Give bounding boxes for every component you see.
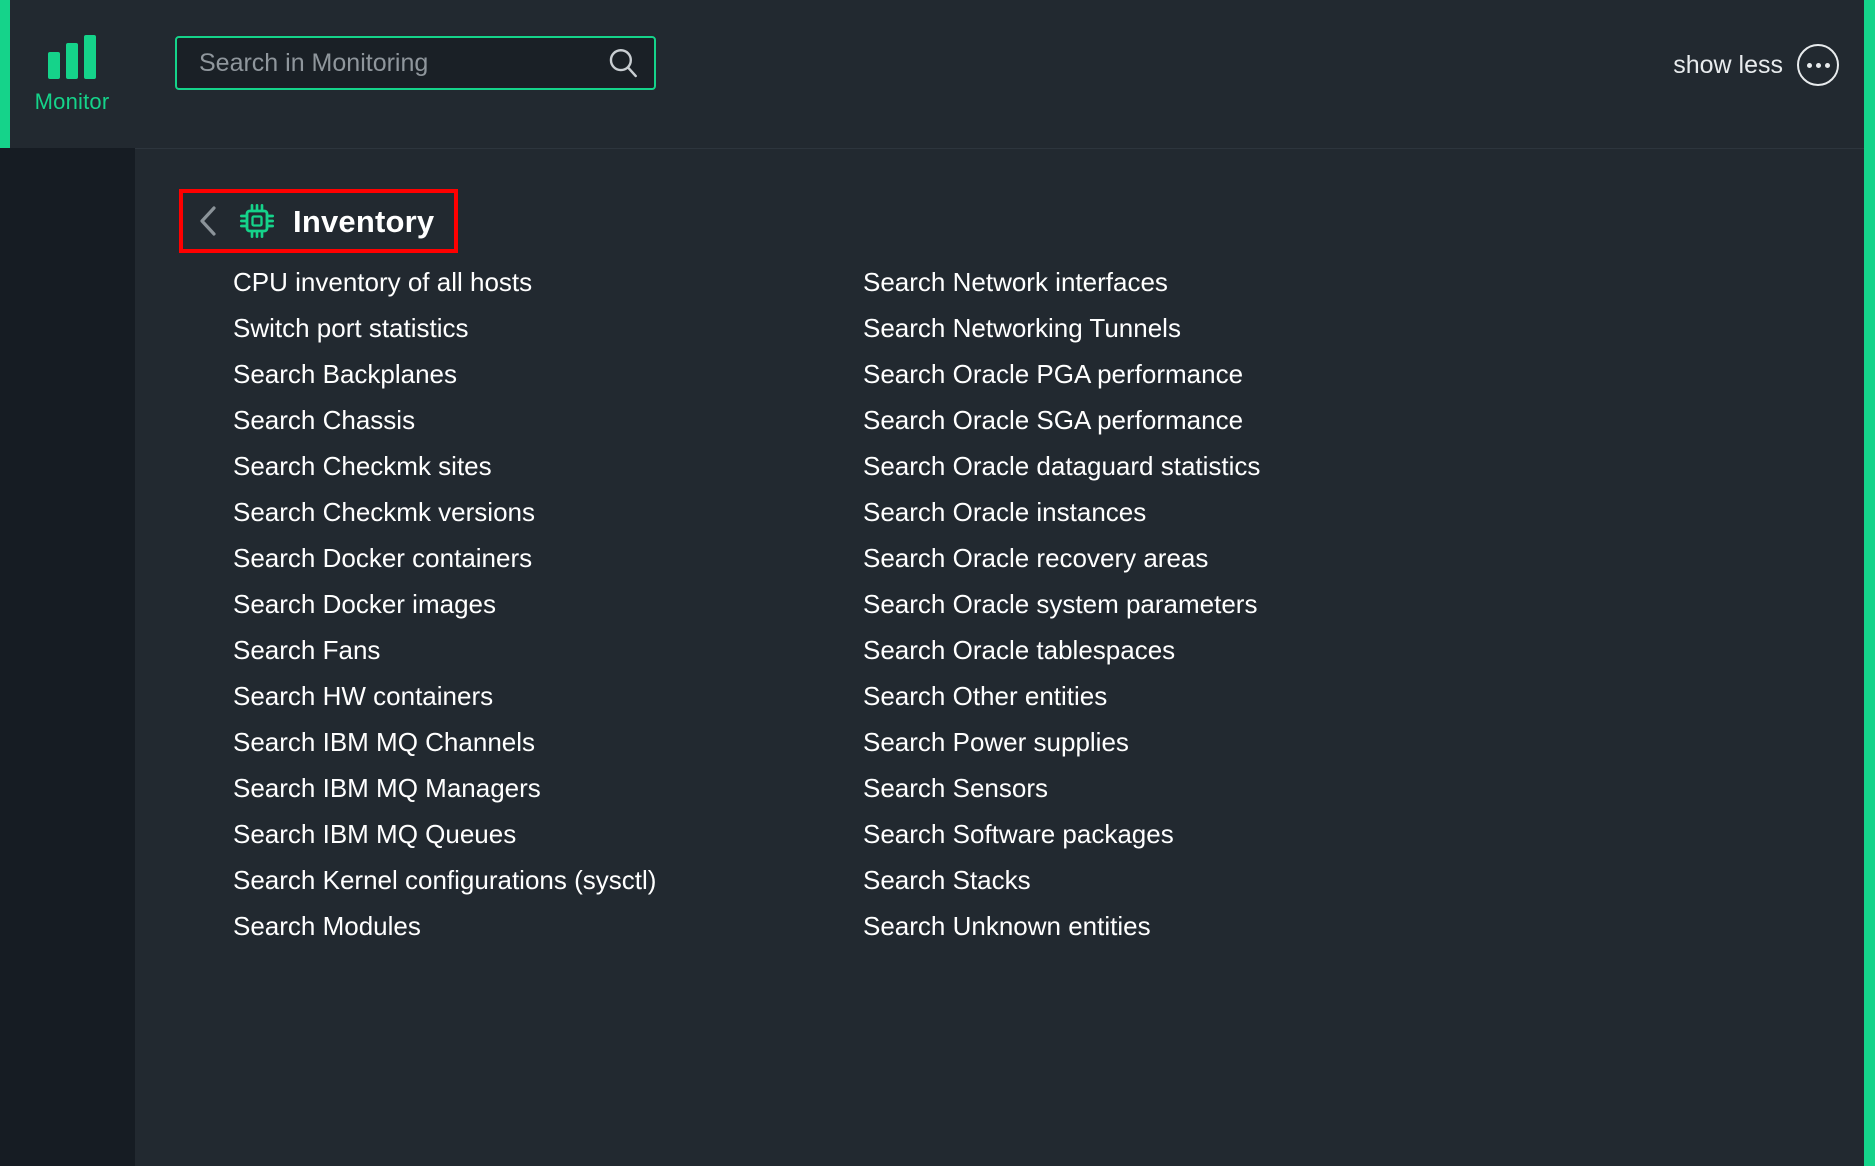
accent-rail-left [0, 0, 10, 148]
inventory-link[interactable]: Search Stacks [863, 857, 1548, 903]
inventory-link[interactable]: Search Networking Tunnels [863, 305, 1548, 351]
inventory-link[interactable]: Search Oracle SGA performance [863, 397, 1548, 443]
inventory-link[interactable]: Search Modules [233, 903, 848, 949]
section-header-inventory[interactable]: Inventory [179, 189, 459, 253]
inventory-column-left: CPU inventory of all hosts Switch port st… [135, 259, 848, 949]
inventory-link[interactable]: Search Oracle instances [863, 489, 1548, 535]
search-input[interactable] [177, 48, 592, 78]
inventory-link[interactable]: Search Oracle dataguard statistics [863, 443, 1548, 489]
inventory-link[interactable]: Search Oracle PGA performance [863, 351, 1548, 397]
inventory-link[interactable]: Search Other entities [863, 673, 1548, 719]
chevron-left-icon[interactable] [195, 204, 221, 238]
main-content: Inventory CPU inventory of all hosts Swit… [135, 148, 1864, 1166]
inventory-link[interactable]: Search Oracle recovery areas [863, 535, 1548, 581]
inventory-link[interactable]: Search HW containers [233, 673, 848, 719]
inventory-link[interactable]: CPU inventory of all hosts [233, 259, 848, 305]
search-icon [609, 49, 637, 78]
inventory-column-right: Search Network interfaces Search Networki… [848, 259, 1548, 949]
inventory-link[interactable]: Search Network interfaces [863, 259, 1548, 305]
inventory-link[interactable]: Search Unknown entities [863, 903, 1548, 949]
cpu-chip-icon [237, 201, 277, 241]
inventory-link[interactable]: Search Checkmk sites [233, 443, 848, 489]
inventory-link[interactable]: Switch port statistics [233, 305, 848, 351]
inventory-link[interactable]: Search Sensors [863, 765, 1548, 811]
inventory-link[interactable]: Search Power supplies [863, 719, 1548, 765]
inventory-link[interactable]: Search Docker containers [233, 535, 848, 581]
inventory-link[interactable]: Search IBM MQ Channels [233, 719, 848, 765]
show-less-label: show less [1673, 50, 1783, 79]
inventory-link-columns: CPU inventory of all hosts Switch port st… [135, 259, 1864, 949]
search-box[interactable] [175, 36, 656, 90]
inventory-link[interactable]: Search IBM MQ Managers [233, 765, 848, 811]
inventory-link[interactable]: Search Fans [233, 627, 848, 673]
nav-item-monitor-label: Monitor [34, 89, 110, 114]
inventory-link[interactable]: Search Software packages [863, 811, 1548, 857]
inventory-link[interactable]: Search Backplanes [233, 351, 848, 397]
top-header: Monitor show less [10, 0, 1864, 148]
inventory-link[interactable]: Search Docker images [233, 581, 848, 627]
sidebar-panel [0, 148, 135, 1166]
inventory-link[interactable]: Search Kernel configurations (sysctl) [233, 857, 848, 903]
inventory-link[interactable]: Search IBM MQ Queues [233, 811, 848, 857]
accent-rail-right [1864, 0, 1875, 1166]
show-less-button[interactable]: show less [1673, 40, 1839, 90]
inventory-link[interactable]: Search Oracle tablespaces [863, 627, 1548, 673]
app-root: Monitor show less [0, 0, 1875, 1166]
nav-item-monitor[interactable]: Monitor [10, 0, 134, 148]
inventory-link[interactable]: Search Checkmk versions [233, 489, 848, 535]
ellipsis-circle-icon [1797, 44, 1839, 86]
bar-chart-icon [48, 35, 96, 79]
search-button[interactable] [592, 38, 654, 88]
inventory-link[interactable]: Search Oracle system parameters [863, 581, 1548, 627]
page-title: Inventory [293, 203, 435, 239]
inventory-link[interactable]: Search Chassis [233, 397, 848, 443]
